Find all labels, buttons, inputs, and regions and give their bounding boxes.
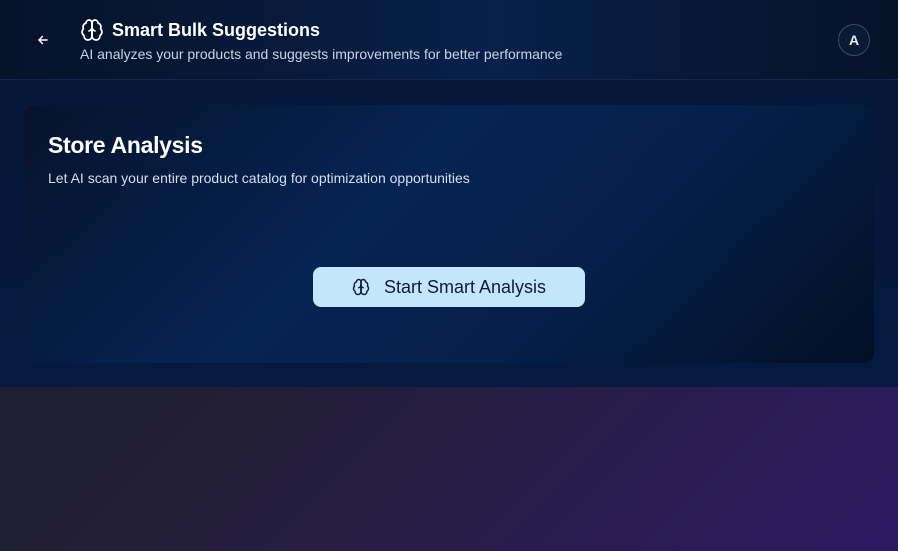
card-description: Let AI scan your entire product catalog … — [48, 170, 470, 186]
app-header: Smart Bulk Suggestions AI analyzes your … — [0, 0, 898, 80]
start-smart-analysis-button[interactable]: Start Smart Analysis — [313, 267, 585, 307]
arrow-left-icon — [36, 33, 50, 47]
brain-icon — [80, 18, 104, 42]
start-button-label: Start Smart Analysis — [383, 277, 547, 297]
store-analysis-card: Store Analysis Let AI scan your entire p… — [24, 105, 874, 363]
brain-icon — [352, 278, 370, 296]
card-title: Store Analysis — [48, 132, 203, 158]
page-subtitle: AI analyzes your products and suggests i… — [80, 46, 563, 62]
header-title-row: Smart Bulk Suggestions — [80, 18, 320, 42]
back-button[interactable] — [30, 27, 56, 53]
user-avatar[interactable]: A — [838, 24, 870, 56]
page-title: Smart Bulk Suggestions — [112, 20, 321, 40]
